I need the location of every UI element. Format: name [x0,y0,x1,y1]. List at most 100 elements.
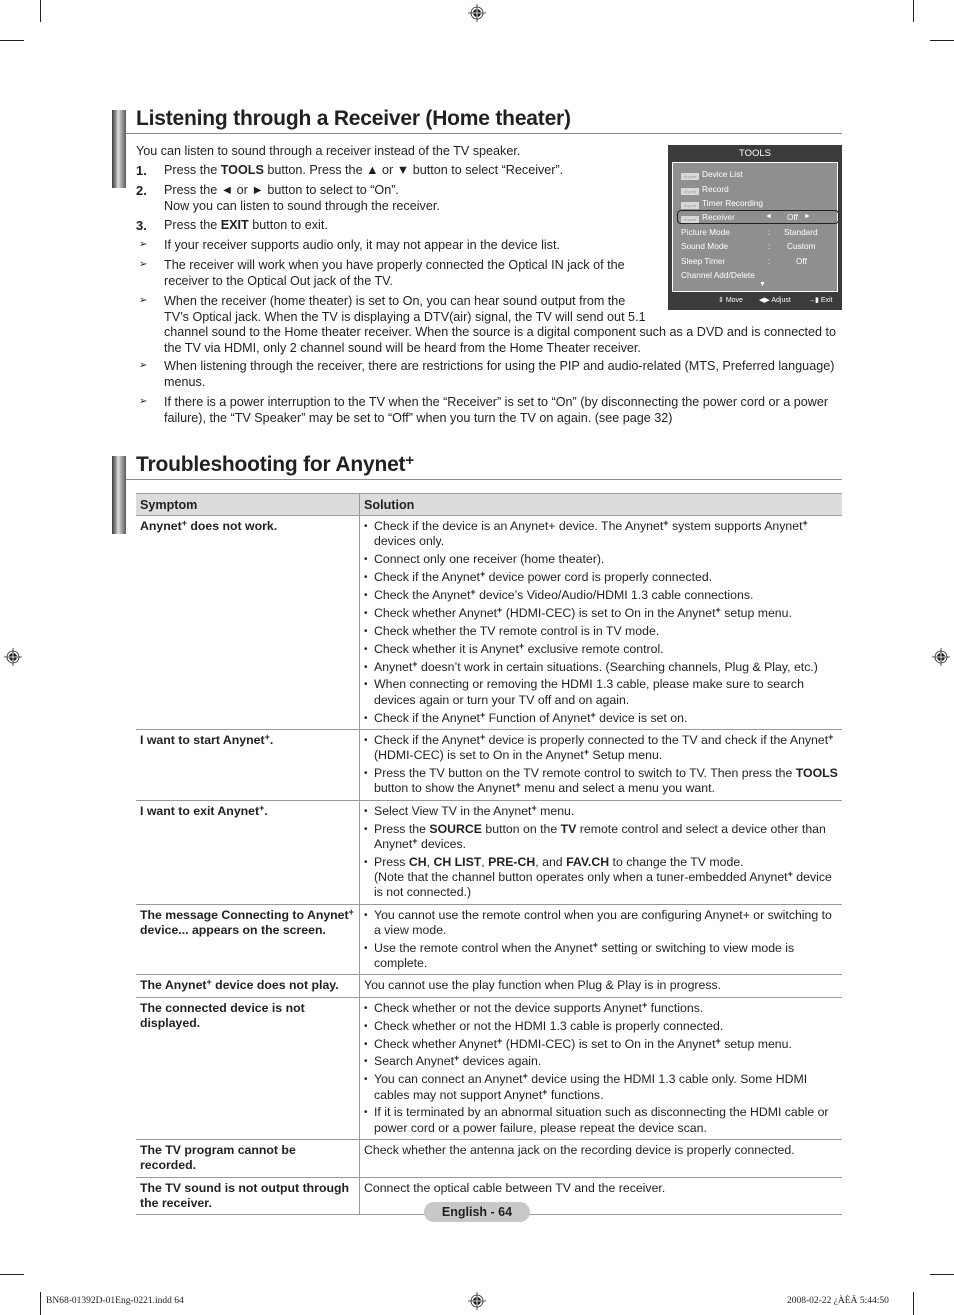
scroll-down-icon: ▼ [759,281,766,288]
step-text: Press the ◄ or ► button to select to “On… [164,183,440,213]
step-number: 1. [136,163,147,178]
picture-mode-value: Standard [784,227,818,237]
step-text: Press the EXIT button to exit. [164,218,328,232]
solution-item: If it is terminated by an abnormal situa… [364,1105,838,1136]
anynet-logo-icon: Anynet [681,188,699,195]
solution-item: Check if the Anynet+ device power cord i… [364,570,838,586]
note-arrow-icon: ➢ [139,295,148,306]
solution-item: You cannot use the remote control when y… [364,908,838,939]
left-arrow-icon: ◄ [765,213,772,220]
menu-item-receiver: Anynet Receiver ◄ Off ► [681,211,831,223]
tools-menu-title: TOOLS [738,148,772,159]
solution-item: Use the remote control when the Anynet+ … [364,940,838,972]
solution-item: You can connect an Anynet+ device using … [364,1072,838,1103]
solution-cell: Check if the Anynet+ device is properly … [359,729,842,801]
page-number-badge: English - 64 [424,1202,530,1222]
solution-cell: Check whether the antenna jack on the re… [359,1139,842,1178]
solution-item: Check whether Anynet+ (HDMI-CEC) is set … [364,605,838,621]
registration-mark-icon [468,4,486,22]
step-number: 3. [136,218,147,233]
symptom-cell: I want to start Anynet+. [136,729,360,801]
solution-item: Check if the Anynet+ Function of Anynet+… [364,710,838,726]
note-text: If your receiver supports audio only, it… [164,238,560,252]
column-header-solution: Solution [359,493,842,516]
note-arrow-icon: ➢ [139,396,148,407]
solution-item: Check if the device is an Anynet+ device… [364,519,838,550]
footer-move: ⇕ Move [718,297,743,304]
solution-item: Search Anynet+ devices again. [364,1054,838,1070]
footer-adjust: ◀▶ Adjust [759,297,791,304]
symptom-cell: I want to exit Anynet+. [136,800,360,905]
note-text: When listening through the receiver, the… [164,359,835,389]
crop-mark [0,40,24,41]
crop-mark [930,1274,954,1275]
solution-item: Press the SOURCE button on the TV remote… [364,822,838,853]
crop-mark [930,40,954,41]
table-row: The TV program cannot be recorded. Check … [136,1139,842,1178]
symptom-cell: The TV program cannot be recorded. [136,1139,360,1178]
section-title: Listening through a Receiver (Home theat… [136,107,571,130]
crop-mark [913,1292,914,1315]
menu-item-device-list: Anynet Device List [681,168,743,180]
crop-mark [40,1292,41,1315]
symptom-cell: Anynet+ does not work. [136,515,360,730]
solution-cell: You cannot use the play function when Pl… [359,974,842,998]
solution-item: Check whether or not the device supports… [364,1000,838,1016]
menu-item-picture-mode: Picture Mode : Standard [681,227,818,237]
table-header-row: Symptom Solution [136,493,842,516]
note-arrow-icon: ➢ [139,360,148,371]
solution-item: Check whether it is Anynet+ exclusive re… [364,641,838,657]
solution-item: Check whether Anynet+ (HDMI-CEC) is set … [364,1036,838,1052]
up-down-icon: ⇕ [718,297,724,304]
note-text: If there is a power interruption to the … [164,395,829,425]
solution-item: Press CH, CH LIST, PRE-CH, and FAV.CH to… [364,855,838,901]
registration-mark-icon [4,648,22,666]
solution-item: Anynet+ doesn’t work in certain situatio… [364,659,838,675]
anynet-logo-icon: Anynet [681,173,699,180]
column-header-symptom: Symptom [136,493,360,516]
note-arrow-icon: ➢ [139,259,148,270]
solution-cell: Check if the device is an Anynet+ device… [359,515,842,730]
tools-menu-panel: Anynet Device List Anynet Record Anynet Tim… [672,162,839,292]
receiver-value: Off [787,212,798,222]
anynet-logo-icon: Anynet [681,202,699,209]
section-divider [126,133,842,134]
crop-mark [0,1274,24,1275]
solution-item: Connect only one receiver (home theater)… [364,552,838,568]
solution-cell: You cannot use the remote control when y… [359,904,842,976]
menu-item-record: Anynet Record [681,183,729,195]
solution-item: Check whether the TV remote control is i… [364,624,838,640]
table-row: The message Connecting to Anynet+ device… [136,904,842,976]
solution-item: Check whether or not the HDMI 1.3 cable … [364,1019,838,1035]
file-slug: BN68-01392D-01Eng-0221.indd 64 [46,1296,184,1306]
menu-item-channel-add-delete: Channel Add/Delete [681,270,755,280]
footer-exit: →▮ Exit [808,297,833,304]
left-right-icon: ◀▶ [759,297,770,304]
table-row: The Anynet+ device does not play. You can… [136,974,842,998]
crop-mark [913,0,914,22]
timestamp-slug: 2008-02-22 ¿ÀÈÄ 5:44:50 [787,1296,889,1306]
symptom-cell: The connected device is not displayed. [136,997,360,1141]
note-text: The receiver will work when you have pro… [164,258,625,288]
solution-item: Check the Anynet+ device’s Video/Audio/H… [364,587,838,603]
section-accent-bar [112,456,126,534]
exit-icon: →▮ [808,297,819,304]
solution-item: Press the TV button on the TV remote con… [364,766,838,797]
step-number: 2. [136,183,147,198]
table-row: I want to exit Anynet+.Select View TV in… [136,800,842,905]
symptom-cell: The Anynet+ device does not play. [136,974,360,998]
solution-cell: Select View TV in the Anynet+ menu. Press… [359,800,842,905]
table-row: Anynet+ does not work.Check if the devic… [136,515,842,730]
note-arrow-icon: ➢ [139,239,148,250]
anynet-logo-icon: Anynet [681,216,699,223]
solution-cell: Check whether or not the device supports… [359,997,842,1141]
solution-item: Select View TV in the Anynet+ menu. [364,803,838,819]
registration-mark-icon [468,1292,486,1310]
menu-item-sleep-timer: Sleep Timer : Off [681,256,807,266]
crop-mark [40,0,41,22]
table-row: The connected device is not displayed.Ch… [136,997,842,1141]
section-title: Troubleshooting for Anynet+ [136,452,414,476]
solution-item: Check if the Anynet+ device is properly … [364,732,838,764]
tools-menu-screenshot: TOOLS Anynet Device List Anynet Record Any… [668,145,842,310]
sleep-timer-value: Off [796,256,807,266]
